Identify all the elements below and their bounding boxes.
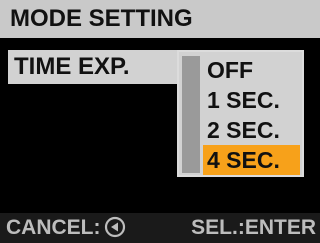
scroll-bar: [182, 56, 200, 173]
footer-bar: CANCEL: SEL.:ENTER: [0, 213, 320, 243]
select-hint[interactable]: SEL.:ENTER: [191, 213, 316, 243]
options-menu: OFF 1 SEC. 2 SEC. 4 SEC.: [177, 50, 304, 177]
left-arrow-circle-icon: [104, 216, 126, 238]
cancel-hint[interactable]: CANCEL:: [6, 213, 126, 243]
option-1-sec[interactable]: 1 SEC.: [203, 85, 300, 115]
page-title: MODE SETTING: [0, 0, 320, 38]
option-off[interactable]: OFF: [203, 55, 300, 85]
option-4-sec[interactable]: 4 SEC.: [203, 145, 300, 175]
cancel-label: CANCEL:: [6, 216, 101, 239]
setting-item-time-exp[interactable]: TIME EXP.: [8, 50, 178, 84]
screen: MODE SETTING TIME EXP. OFF 1 SEC. 2 SEC.…: [0, 0, 320, 243]
option-2-sec[interactable]: 2 SEC.: [203, 115, 300, 145]
